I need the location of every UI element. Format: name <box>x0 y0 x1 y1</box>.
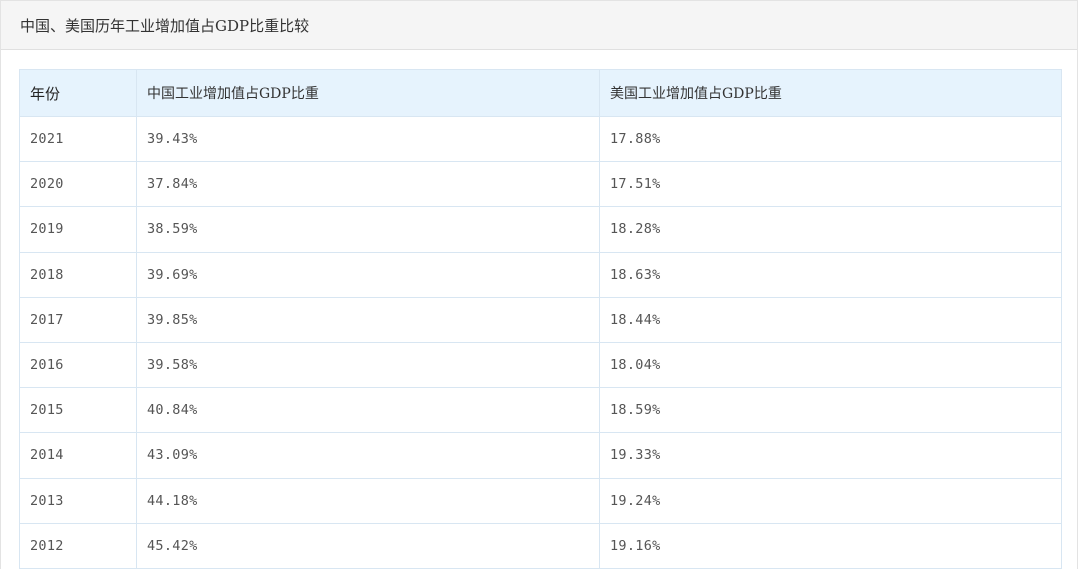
cell-china-share: 39.85% <box>136 296 600 343</box>
cell-usa-share: 18.28% <box>599 206 1062 253</box>
cell-year: 2020 <box>19 161 137 208</box>
cell-year: 2021 <box>19 115 137 163</box>
table-row: 2018 39.69% 18.63% <box>19 251 1062 298</box>
cell-usa-share: 18.59% <box>599 387 1062 434</box>
table-row: 2019 38.59% 18.28% <box>19 206 1062 253</box>
table-row: 2017 39.85% 18.44% <box>19 296 1062 343</box>
table-row: 2013 44.18% 19.24% <box>19 477 1062 524</box>
cell-year: 2014 <box>19 432 137 479</box>
cell-usa-share: 17.51% <box>599 161 1062 208</box>
table-container: 年份 中国工业增加值占GDP比重 美国工业增加值占GDP比重 2021 39.4… <box>19 69 1062 569</box>
column-header-usa: 美国工业增加值占GDP比重 <box>599 69 1062 117</box>
table-header-row: 年份 中国工业增加值占GDP比重 美国工业增加值占GDP比重 <box>19 69 1062 117</box>
table-row: 2021 39.43% 17.88% <box>19 115 1062 163</box>
cell-usa-share: 18.63% <box>599 251 1062 298</box>
cell-usa-share: 17.88% <box>599 115 1062 163</box>
cell-year: 2018 <box>19 251 137 298</box>
cell-year: 2017 <box>19 296 137 343</box>
cell-china-share: 45.42% <box>136 522 600 569</box>
column-header-china: 中国工业增加值占GDP比重 <box>136 69 600 117</box>
column-header-year: 年份 <box>19 69 137 117</box>
cell-year: 2015 <box>19 387 137 434</box>
cell-usa-share: 19.16% <box>599 522 1062 569</box>
table-row: 2015 40.84% 18.59% <box>19 387 1062 434</box>
cell-china-share: 38.59% <box>136 206 600 253</box>
cell-china-share: 40.84% <box>136 387 600 434</box>
cell-china-share: 44.18% <box>136 477 600 524</box>
cell-usa-share: 18.04% <box>599 341 1062 389</box>
cell-china-share: 37.84% <box>136 161 600 208</box>
table-row: 2012 45.42% 19.16% <box>19 522 1062 569</box>
cell-china-share: 43.09% <box>136 432 600 479</box>
table-row: 2014 43.09% 19.33% <box>19 432 1062 479</box>
cell-usa-share: 19.33% <box>599 432 1062 479</box>
cell-china-share: 39.43% <box>136 115 600 163</box>
cell-usa-share: 19.24% <box>599 477 1062 524</box>
cell-year: 2012 <box>19 522 137 569</box>
cell-china-share: 39.58% <box>136 341 600 389</box>
cell-usa-share: 18.44% <box>599 296 1062 343</box>
panel-header: 中国、美国历年工业增加值占GDP比重比较 <box>1 1 1077 50</box>
comparison-panel: 中国、美国历年工业增加值占GDP比重比较 年份 中国工业增加值占GDP比重 美国… <box>0 0 1078 569</box>
cell-china-share: 39.69% <box>136 251 600 298</box>
comparison-table: 年份 中国工业增加值占GDP比重 美国工业增加值占GDP比重 2021 39.4… <box>19 69 1062 569</box>
cell-year: 2019 <box>19 206 137 253</box>
cell-year: 2013 <box>19 477 137 524</box>
cell-year: 2016 <box>19 341 137 389</box>
table-row: 2020 37.84% 17.51% <box>19 161 1062 208</box>
table-row: 2016 39.58% 18.04% <box>19 341 1062 389</box>
panel-title: 中国、美国历年工业增加值占GDP比重比较 <box>20 16 310 35</box>
